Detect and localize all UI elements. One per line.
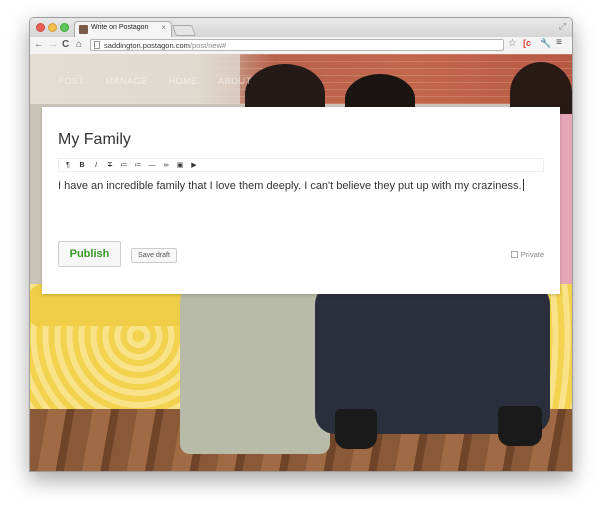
private-toggle[interactable]: Private	[510, 250, 544, 259]
wrench-icon[interactable]: 🔧	[540, 38, 551, 49]
menu-icon[interactable]: ≡	[556, 37, 562, 48]
site-nav-item[interactable]: POST	[58, 76, 85, 86]
strikethrough-icon[interactable]: T	[105, 160, 115, 171]
post-body-text: I have an incredible family that I love …	[58, 180, 522, 192]
save-draft-button[interactable]: Save draft	[131, 248, 177, 263]
back-arrow-icon[interactable]: ←	[34, 39, 44, 51]
image-icon[interactable]: ▣	[175, 160, 185, 171]
link-icon[interactable]: ∞	[161, 160, 171, 171]
numbered-list-icon[interactable]: ≔	[119, 160, 129, 171]
site-nav-item[interactable]: MANAGE	[106, 76, 148, 86]
site-nav-item[interactable]: ABOUT	[218, 76, 252, 86]
site-nav-item[interactable]: HOME	[169, 76, 198, 86]
post-body-editor[interactable]: I have an incredible family that I love …	[58, 179, 524, 192]
url-host: saddington.postagon.com	[104, 41, 190, 50]
browser-window: Write on Postagon × ⤢ ← → C ⌂ saddington…	[29, 17, 573, 472]
new-tab-button[interactable]	[171, 25, 197, 36]
home-icon[interactable]: ⌂	[76, 39, 82, 51]
publish-button[interactable]: Publish	[58, 241, 121, 267]
close-window-button[interactable]	[36, 23, 45, 32]
page-icon	[94, 41, 100, 49]
extension-icon[interactable]: [c	[523, 38, 531, 48]
fullscreen-icon[interactable]: ⤢	[559, 21, 566, 32]
post-editor: My Family ¶ B I T ≔ ≔ — ∞ ▣ ▶ I have an …	[42, 107, 560, 294]
address-bar[interactable]: saddington.postagon.com/post/new#	[90, 39, 504, 51]
format-toolbar: ¶ B I T ≔ ≔ — ∞ ▣ ▶	[58, 158, 544, 172]
page-content: POST MANAGE HOME ABOUT My Family ¶ B I T…	[30, 54, 572, 471]
italic-icon[interactable]: I	[91, 160, 101, 171]
tab-close-icon[interactable]: ×	[161, 23, 166, 32]
horizontal-rule-icon[interactable]: —	[147, 160, 157, 171]
text-caret	[522, 179, 524, 191]
post-title[interactable]: My Family	[58, 131, 131, 149]
private-checkbox[interactable]	[510, 251, 518, 258]
maximize-window-button[interactable]	[60, 23, 69, 32]
star-icon[interactable]: ☆	[508, 38, 517, 49]
paragraph-icon[interactable]: ¶	[63, 160, 73, 171]
video-icon[interactable]: ▶	[189, 160, 199, 171]
minimize-window-button[interactable]	[48, 23, 57, 32]
url-text: saddington.postagon.com/post/new#	[104, 40, 226, 51]
background-shoe	[335, 409, 377, 449]
title-bar: Write on Postagon × ⤢	[30, 18, 572, 37]
site-nav: POST MANAGE HOME ABOUT	[58, 76, 270, 86]
url-path: /post/new#	[189, 41, 227, 50]
bold-icon[interactable]: B	[77, 160, 87, 171]
reload-icon[interactable]: C	[62, 39, 69, 51]
bullet-list-icon[interactable]: ≔	[133, 160, 143, 171]
browser-toolbar: ← → C ⌂ saddington.postagon.com/post/new…	[30, 37, 572, 55]
background-shoe	[498, 406, 542, 446]
private-label: Private	[520, 250, 544, 259]
favicon-icon	[79, 25, 88, 34]
forward-arrow-icon[interactable]: →	[48, 39, 58, 51]
browser-tab[interactable]: Write on Postagon ×	[74, 21, 172, 37]
tab-title: Write on Postagon	[91, 24, 149, 31]
